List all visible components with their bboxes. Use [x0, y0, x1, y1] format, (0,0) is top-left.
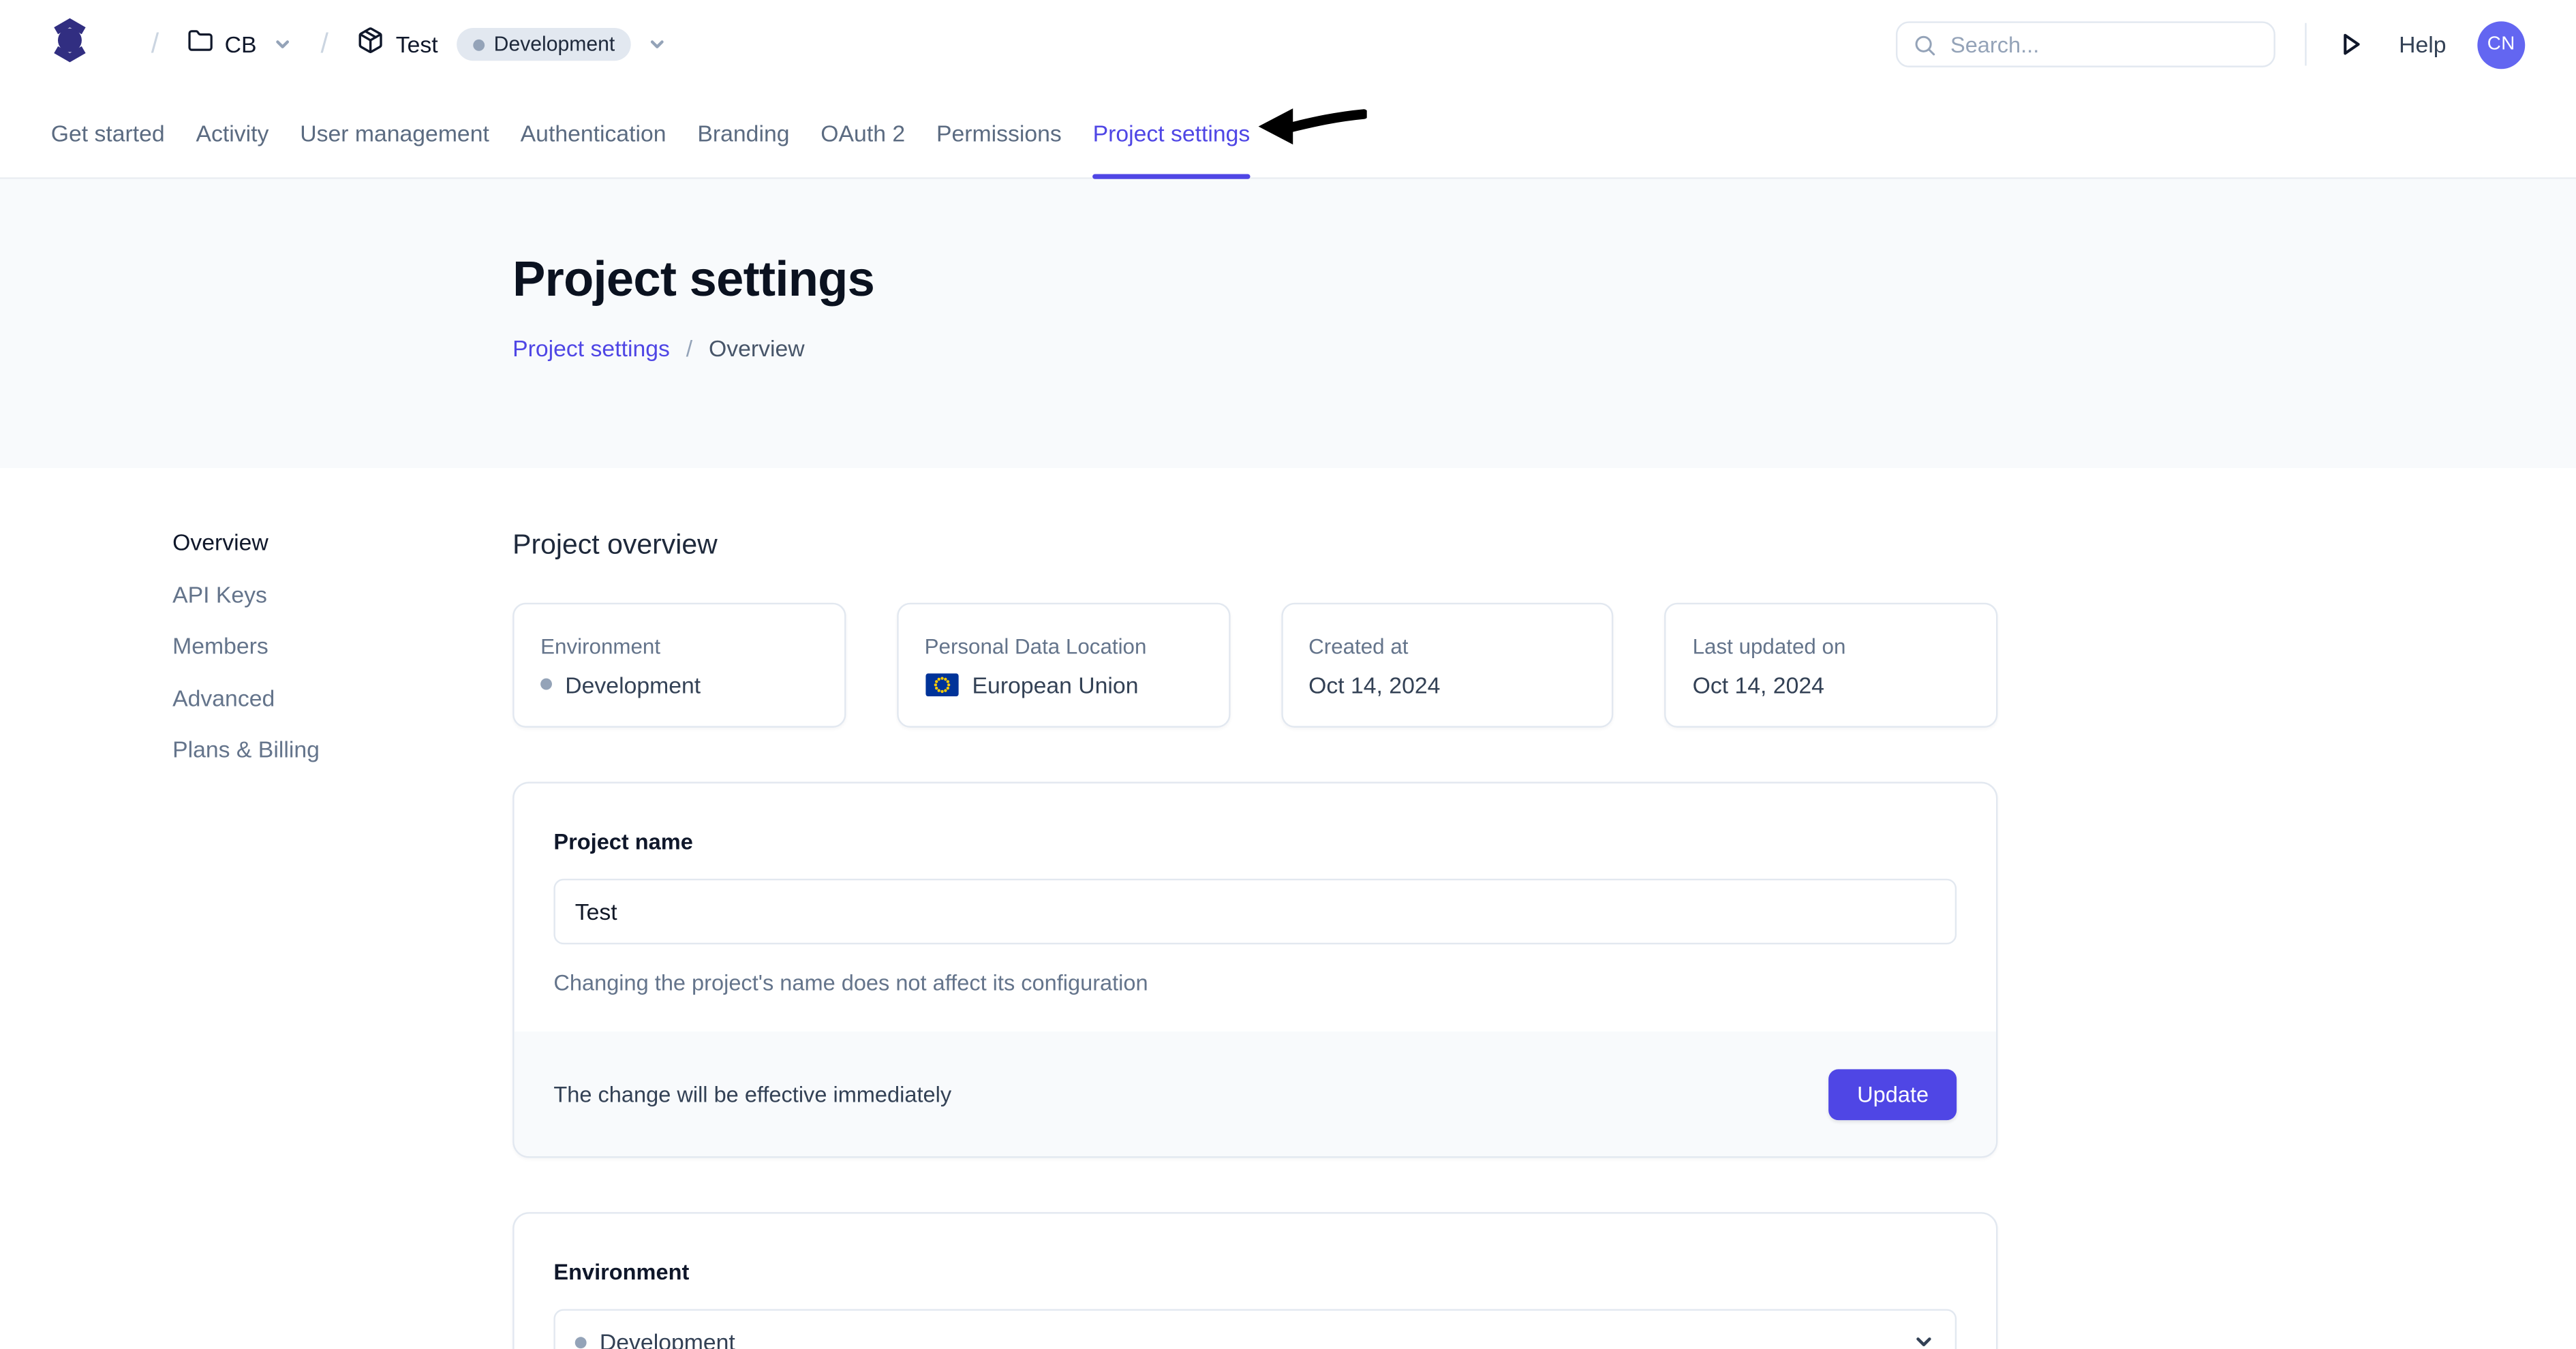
stat-card-data-location: Personal Data Location	[897, 603, 1230, 728]
status-dot-icon	[540, 679, 552, 690]
project-name-label: Project name	[553, 828, 1957, 857]
tab-get-started[interactable]: Get started	[51, 89, 165, 177]
breadcrumb-separator: /	[151, 28, 159, 61]
stat-value: European Union	[925, 669, 1202, 698]
search-bar	[1896, 21, 2275, 67]
breadcrumb: Project settings / Overview	[512, 335, 2576, 362]
help-link[interactable]: Help	[2399, 31, 2446, 58]
stat-value: Oct 14, 2024	[1693, 669, 1970, 698]
environment-form: Environment Development	[515, 1214, 1996, 1349]
project-name-panel: Project name Changing the project's name…	[512, 781, 1997, 1158]
user-avatar[interactable]: CN	[2477, 20, 2525, 68]
environment-badge-label: Development	[494, 33, 615, 56]
breadcrumb-separator: /	[321, 28, 328, 61]
environment-label: Environment	[553, 1258, 1957, 1288]
stat-value: Oct 14, 2024	[1308, 669, 1586, 698]
play-button[interactable]	[2340, 31, 2363, 58]
project-tabs: Get started Activity User management Aut…	[0, 89, 2576, 179]
stat-value: Development	[540, 669, 818, 698]
settings-side-nav: Overview API Keys Members Advanced Plans…	[172, 525, 320, 784]
tab-authentication[interactable]: Authentication	[521, 89, 666, 177]
header-actions: Help CN	[1896, 20, 2525, 68]
chevron-down-icon	[1912, 1331, 1935, 1349]
sidebar-item-api-keys[interactable]: API Keys	[172, 577, 320, 610]
stat-value-text: Development	[565, 669, 701, 698]
search-icon	[1913, 32, 1937, 57]
stat-card-last-updated: Last updated on Oct 14, 2024	[1665, 603, 1998, 728]
breadcrumb-current: Overview	[709, 335, 805, 362]
project-name-form: Project name Changing the project's name…	[515, 784, 1996, 1032]
sidebar-item-members[interactable]: Members	[172, 629, 320, 662]
tab-project-settings[interactable]: Project settings	[1093, 89, 1251, 177]
logo-icon	[51, 16, 89, 72]
eu-flag-icon	[925, 672, 960, 696]
chevron-down-icon	[273, 35, 293, 55]
tab-user-management[interactable]: User management	[300, 89, 489, 177]
settings-content: Overview API Keys Members Advanced Plans…	[0, 468, 2576, 1349]
tab-oauth2[interactable]: OAuth 2	[821, 89, 905, 177]
section-heading: Project overview	[512, 527, 1997, 562]
stat-label: Personal Data Location	[925, 632, 1202, 660]
stat-card-created-at: Created at Oct 14, 2024	[1281, 603, 1614, 728]
stat-card-environment: Environment Development	[512, 603, 846, 728]
annotation-arrow-icon	[1259, 104, 1367, 149]
tab-branding[interactable]: Branding	[697, 89, 789, 177]
header-divider	[2305, 23, 2307, 66]
environment-select[interactable]: Development	[553, 1309, 1957, 1349]
environment-select-value: Development	[575, 1329, 735, 1349]
app-logo[interactable]	[51, 16, 89, 72]
sidebar-item-advanced[interactable]: Advanced	[172, 681, 320, 713]
footer-note: The change will be effective immediately	[553, 1081, 951, 1106]
breadcrumb-separator: /	[686, 335, 692, 362]
stats-row: Environment Development Personal Data Lo…	[512, 603, 1997, 728]
stat-value-text: Oct 14, 2024	[1308, 669, 1440, 698]
environment-badge: Development	[456, 28, 631, 61]
project-name-help: Changing the project's name does not aff…	[553, 971, 1957, 995]
tab-activity[interactable]: Activity	[196, 89, 269, 177]
breadcrumb-link-project-settings[interactable]: Project settings	[512, 335, 670, 362]
project-name: Test	[396, 31, 438, 58]
status-dot-icon	[472, 39, 484, 50]
stat-value-text: European Union	[972, 669, 1139, 698]
page-title: Project settings	[512, 251, 2576, 311]
play-icon	[2340, 31, 2363, 58]
project-name-input[interactable]	[553, 879, 1957, 944]
org-name: CB	[225, 31, 257, 58]
sidebar-item-overview[interactable]: Overview	[172, 525, 320, 558]
update-button[interactable]: Update	[1829, 1068, 1957, 1119]
org-selector[interactable]: CB	[187, 27, 292, 62]
status-dot-icon	[575, 1336, 587, 1348]
stat-value-text: Oct 14, 2024	[1693, 669, 1824, 698]
tab-permissions[interactable]: Permissions	[936, 89, 1062, 177]
environment-select-text: Development	[600, 1329, 735, 1349]
top-header: / CB /	[0, 0, 2576, 89]
stat-label: Environment	[540, 632, 818, 660]
environment-panel: Environment Development	[512, 1212, 1997, 1349]
stat-label: Created at	[1308, 632, 1586, 660]
project-selector[interactable]: Test Development	[356, 27, 667, 63]
stat-label: Last updated on	[1693, 632, 1970, 660]
app-window: / CB /	[0, 0, 2576, 1349]
overview-main: Project overview Environment Development…	[512, 468, 1997, 1349]
chevron-down-icon	[647, 35, 667, 55]
header-breadcrumb: / CB /	[51, 16, 668, 72]
page-hero: Project settings Project settings / Over…	[0, 179, 2576, 468]
search-input[interactable]	[1898, 23, 2274, 66]
sidebar-item-plans-billing[interactable]: Plans & Billing	[172, 732, 320, 765]
package-icon	[356, 27, 384, 63]
folder-icon	[187, 27, 213, 62]
project-name-footer: The change will be effective immediately…	[515, 1032, 1996, 1156]
